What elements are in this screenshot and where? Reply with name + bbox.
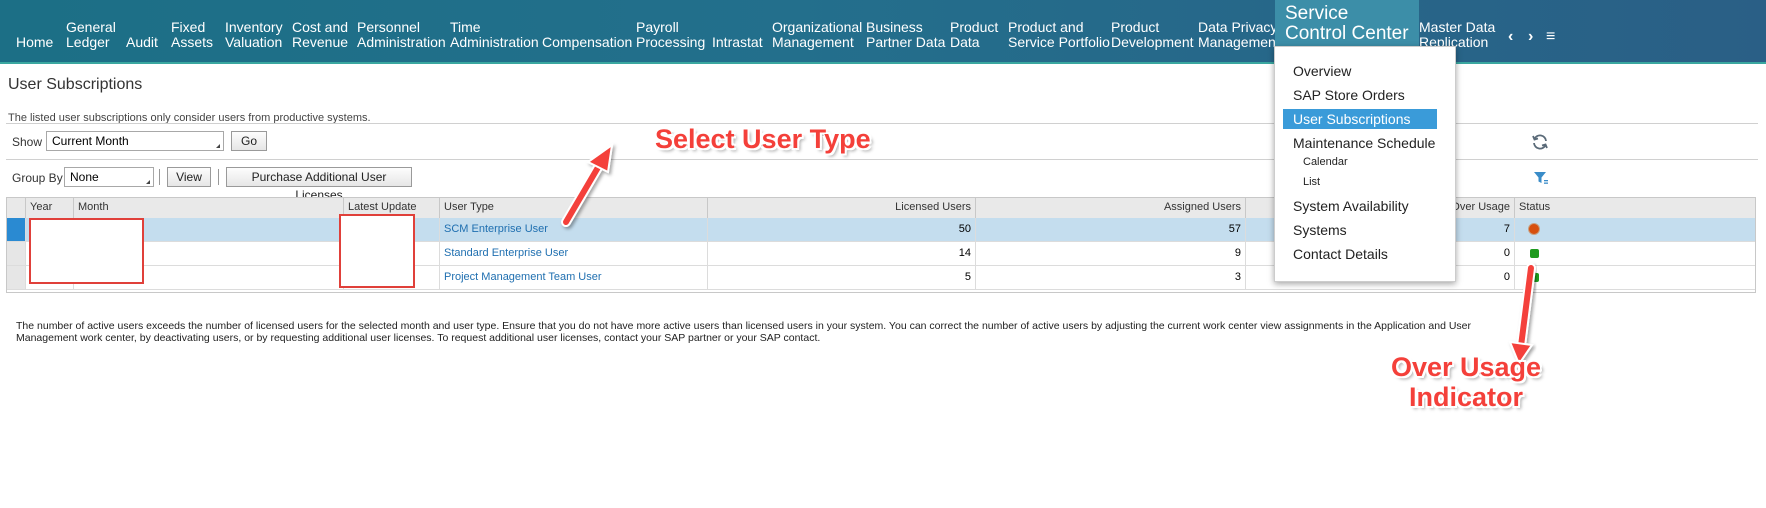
annotation-arrows — [561, 142, 1536, 367]
arrow-to-user-type — [561, 142, 614, 227]
annotation-over-usage-line1: Over Usage — [1390, 352, 1542, 382]
annotation-select-user-type: Select User Type — [655, 124, 871, 154]
annotation-over-usage-line2: Indicator — [1408, 382, 1523, 412]
arrow-to-over-usage — [1508, 263, 1536, 367]
